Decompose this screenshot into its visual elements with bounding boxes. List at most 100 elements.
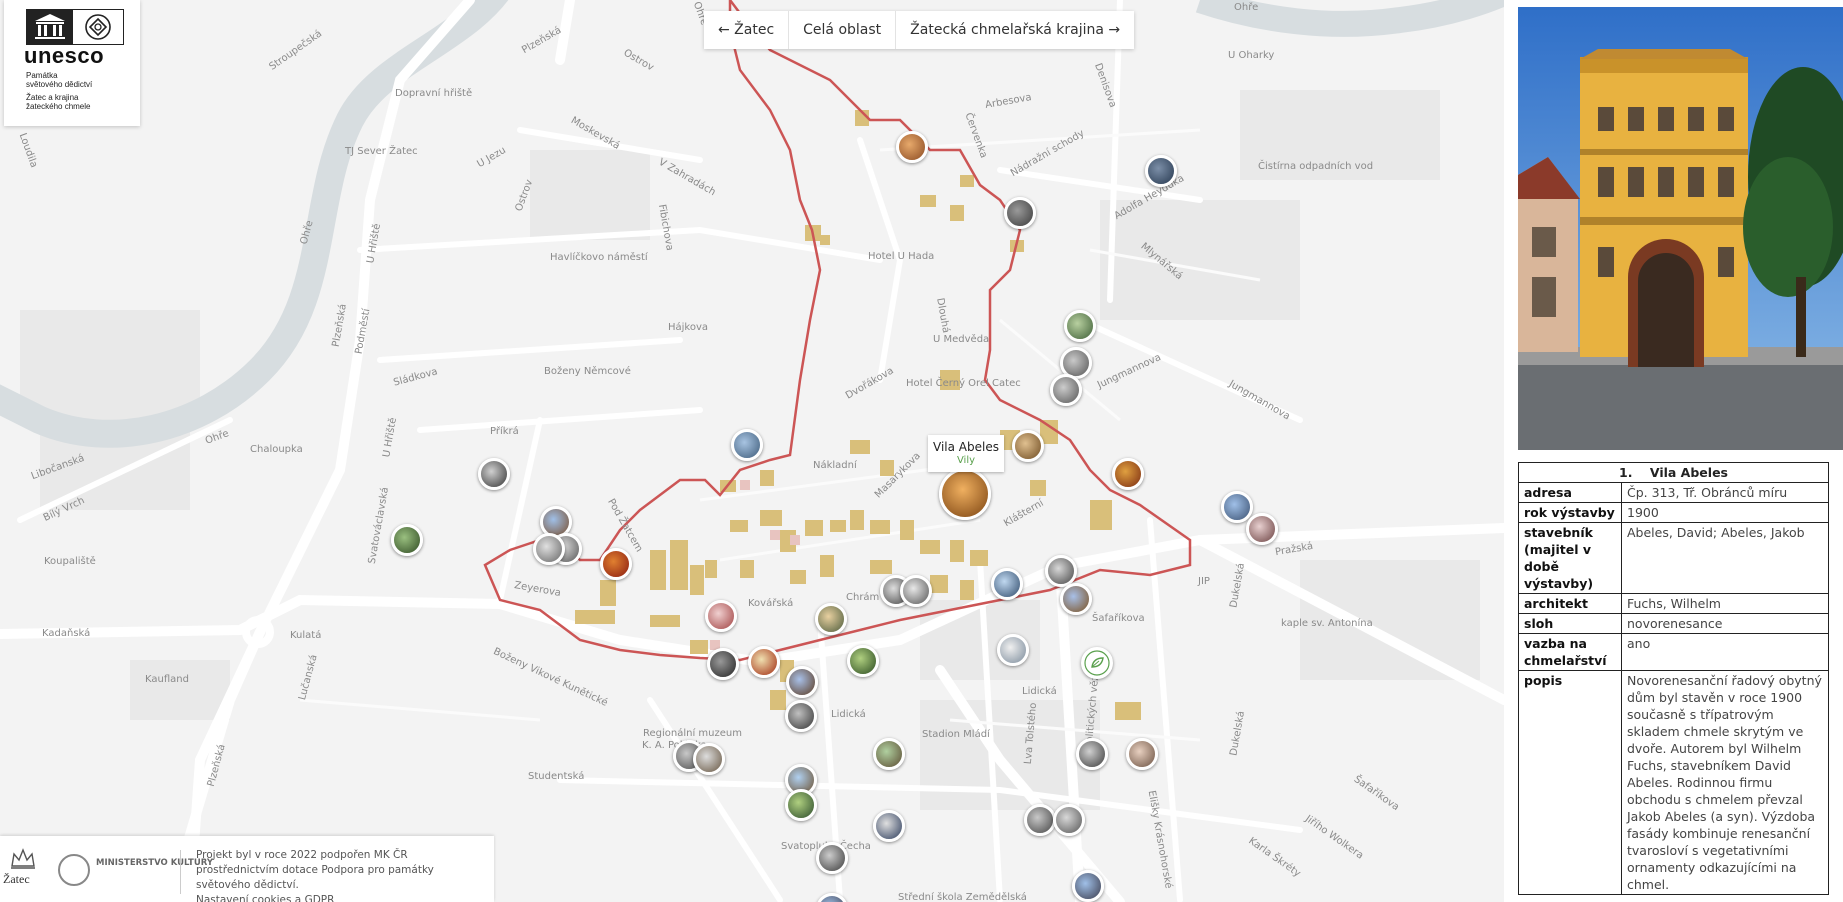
place-marker[interactable] xyxy=(847,645,879,677)
poi-label: kaple sv. Antonína xyxy=(1281,618,1373,629)
zatec-logo-text: Žatec xyxy=(3,872,30,886)
place-marker[interactable] xyxy=(896,131,928,163)
place-marker[interactable] xyxy=(1064,310,1096,342)
street-label: Nákladní xyxy=(813,460,857,471)
place-marker[interactable] xyxy=(1012,430,1044,462)
row-value: novorenesance xyxy=(1621,613,1829,634)
place-marker[interactable] xyxy=(748,646,780,678)
footer: Žatec MINISTERSTVO KULTURY Projekt byl v… xyxy=(0,836,494,902)
row-value: Novorenesanční řadový obytný dům byl sta… xyxy=(1621,670,1829,895)
street-label: Kadaňská xyxy=(42,628,91,639)
detail-row: popis Novorenesanční řadový obytný dům by… xyxy=(1518,670,1829,895)
funding-note: Projekt byl v roce 2022 podpořen MK ČR p… xyxy=(196,849,434,891)
zatec-crown-icon xyxy=(11,848,35,869)
street-label: Boženy Němcové xyxy=(544,366,631,377)
place-marker[interactable] xyxy=(785,789,817,821)
street-label: Kovářská xyxy=(748,598,794,609)
place-marker[interactable] xyxy=(693,743,725,775)
detail-title: 1. Vila Abeles xyxy=(1518,462,1829,483)
place-marker[interactable] xyxy=(1221,491,1253,523)
place-marker[interactable] xyxy=(1076,738,1108,770)
detail-row: adresa Čp. 313, Tř. Obránců míru xyxy=(1518,482,1829,503)
whole-area-button[interactable]: Celá oblast xyxy=(789,11,897,49)
place-marker[interactable] xyxy=(1053,804,1085,836)
logo-line: světového dědictví xyxy=(26,80,93,89)
place-marker[interactable] xyxy=(815,603,847,635)
selected-place-marker[interactable] xyxy=(939,468,991,520)
map-canvas[interactable]: Stroupečská Plzeňská Ostrov Dopravní hři… xyxy=(0,0,1504,902)
place-marker[interactable] xyxy=(478,458,510,490)
place-marker[interactable] xyxy=(391,524,423,556)
place-marker[interactable] xyxy=(1045,555,1077,587)
place-marker[interactable] xyxy=(705,600,737,632)
poi-label: Hotel U Hada xyxy=(868,251,935,262)
place-marker[interactable] xyxy=(1004,197,1036,229)
detail-table: 1. Vila Abeles adresa Čp. 313, Tř. Obránc… xyxy=(1518,462,1829,895)
unesco-wordmark: unesco xyxy=(24,43,105,68)
detail-row: vazba na chmelařství ano xyxy=(1518,633,1829,671)
place-marker[interactable] xyxy=(997,634,1029,666)
footer-divider xyxy=(180,850,181,894)
place-marker[interactable] xyxy=(533,533,565,565)
world-heritage-icon xyxy=(85,14,111,40)
tooltip-title: Vila Abeles xyxy=(933,440,999,454)
place-marker[interactable] xyxy=(1145,155,1177,187)
place-marker[interactable] xyxy=(707,648,739,680)
area-navigation: ← Žatec Celá oblast Žatecká chmelařská k… xyxy=(704,11,1135,49)
street-label: Hájkova xyxy=(668,322,709,333)
unesco-logo[interactable]: unesco Památka světového dědictví Žatec … xyxy=(4,0,140,126)
row-key: vazba na chmelařství xyxy=(1518,633,1622,671)
poi-label: JIP xyxy=(1198,576,1210,587)
poi-label: Chrám xyxy=(846,592,880,603)
place-marker[interactable] xyxy=(1024,804,1056,836)
row-value: 1900 xyxy=(1621,502,1829,523)
ministry-logo-icon xyxy=(58,854,90,886)
place-marker[interactable] xyxy=(900,575,932,607)
detail-row: sloh novorenesance xyxy=(1518,613,1829,634)
detail-row: stavebník (majitel v době výstavby) Abele… xyxy=(1518,522,1829,594)
poi-label: Hotel Černý Orel Catec xyxy=(906,378,1021,389)
tooltip-category: Vily xyxy=(956,455,976,466)
place-marker[interactable] xyxy=(786,666,818,698)
logo-line: Památka xyxy=(26,71,58,80)
temple-icon xyxy=(35,14,65,39)
street-label: U Oharky xyxy=(1228,50,1275,61)
poi-label: Regionální muzeum xyxy=(643,728,742,739)
poi-label: Stadion Mládí xyxy=(922,729,990,740)
prev-area-button[interactable]: ← Žatec xyxy=(704,11,790,49)
place-marker[interactable] xyxy=(816,842,848,874)
place-marker[interactable] xyxy=(785,700,817,732)
place-marker[interactable] xyxy=(1072,870,1104,902)
place-marker[interactable] xyxy=(731,429,763,461)
leaf-marker[interactable] xyxy=(1081,647,1113,679)
place-marker[interactable] xyxy=(1126,738,1158,770)
detail-panel: 1. Vila Abeles adresa Čp. 313, Tř. Obránc… xyxy=(1504,0,1843,902)
cookie-settings-link[interactable]: Nastavení cookies xyxy=(196,894,291,902)
place-marker[interactable] xyxy=(873,738,905,770)
next-area-button[interactable]: Žatecká chmelařská krajina → xyxy=(896,11,1134,49)
street-label: Příkrá xyxy=(490,426,519,437)
logo-line: žateckého chmele xyxy=(26,102,91,111)
row-value: Abeles, David; Abeles, Jakob xyxy=(1621,522,1829,594)
square-label: Havlíčkovo náměstí xyxy=(550,252,648,263)
gdpr-link[interactable]: GDPR xyxy=(305,894,335,902)
poi-label: Chaloupka xyxy=(250,444,303,455)
row-key: sloh xyxy=(1518,613,1622,634)
row-key: architekt xyxy=(1518,593,1622,614)
street-label: Lidická xyxy=(831,709,866,720)
place-marker[interactable] xyxy=(991,568,1023,600)
street-label: Lidická xyxy=(1022,686,1057,697)
villa-photo xyxy=(1518,7,1843,450)
detail-number: 1. xyxy=(1619,465,1633,480)
row-key: rok výstavby xyxy=(1518,502,1622,523)
poi-label: Koupaliště xyxy=(44,556,96,567)
place-marker[interactable] xyxy=(873,810,905,842)
leaf-icon xyxy=(1084,650,1110,676)
place-marker[interactable] xyxy=(600,548,632,580)
detail-row: rok výstavby 1900 xyxy=(1518,502,1829,523)
street-label: Šafaříkova xyxy=(1092,613,1145,624)
place-marker[interactable] xyxy=(1050,374,1082,406)
place-marker[interactable] xyxy=(1112,458,1144,490)
place-marker[interactable] xyxy=(1246,513,1278,545)
place-marker[interactable] xyxy=(1060,583,1092,615)
